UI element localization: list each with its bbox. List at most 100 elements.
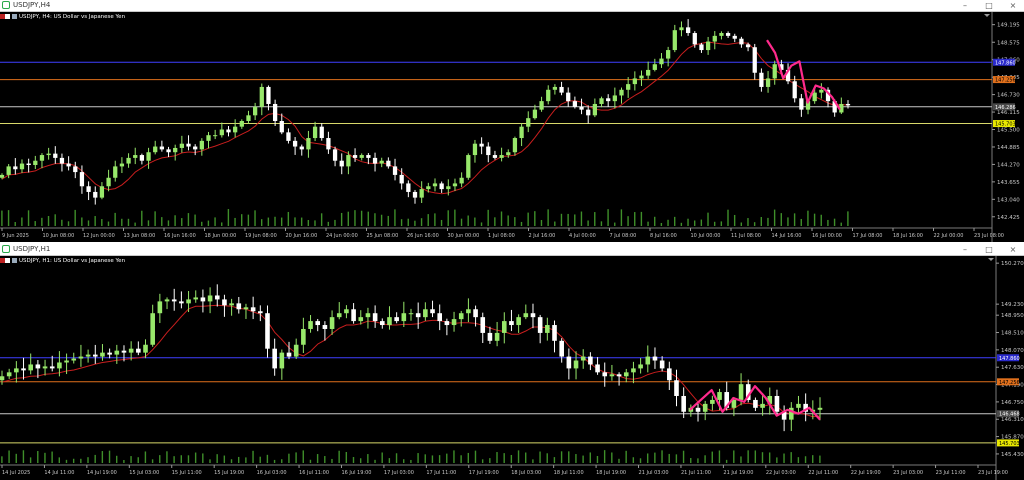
chart-window-h4[interactable]: USDJPY,H4 – □ × USDJPY, H4: US Dollar vs… bbox=[0, 0, 1024, 242]
candle-body bbox=[286, 132, 291, 141]
price-tick-label: 143.655 bbox=[997, 180, 1020, 186]
time-tick-label: 25 Jun 08:00 bbox=[367, 233, 399, 239]
volume-bar bbox=[161, 217, 163, 226]
time-tick-label: 22 Jul 19:00 bbox=[851, 470, 881, 476]
volume-bar bbox=[287, 211, 290, 226]
time-tick-label: 15 Jul 19:00 bbox=[214, 470, 244, 476]
volume-bar bbox=[727, 209, 729, 226]
moving-average-line bbox=[1, 41, 849, 195]
candle-body bbox=[113, 166, 118, 178]
level-price-label-yellow: 145.703 bbox=[995, 122, 1016, 128]
candle-body bbox=[146, 152, 151, 161]
candle-body bbox=[14, 368, 19, 373]
volume-bar bbox=[209, 459, 211, 463]
volume-bar bbox=[494, 217, 496, 226]
time-tick-label: 18 Jul 11:00 bbox=[554, 470, 584, 476]
volume-bar bbox=[431, 455, 434, 463]
price-chart-h1[interactable]: 150.270 149.230 148.950 148.510 148.070 147.6… bbox=[0, 256, 1024, 480]
candle-body bbox=[415, 313, 421, 318]
volume-bar bbox=[331, 458, 333, 463]
volume-bar bbox=[167, 220, 170, 226]
candle-body bbox=[606, 98, 611, 102]
candle-body bbox=[812, 92, 817, 102]
candle-body bbox=[380, 321, 385, 326]
volume-bar bbox=[294, 217, 296, 226]
volume-bar bbox=[427, 214, 429, 226]
candle-body bbox=[128, 348, 134, 353]
volume-bar bbox=[675, 454, 678, 463]
window-title: USDJPY,H4 bbox=[13, 1, 51, 9]
candle-body bbox=[819, 89, 824, 93]
volume-bar bbox=[620, 209, 623, 226]
candle-body bbox=[336, 313, 342, 318]
candle-body bbox=[164, 299, 170, 302]
price-tick-label: 148.510 bbox=[1001, 331, 1024, 337]
chart-area-h4[interactable]: USDJPY, H4: US Dollar vs Japanese Yen 14… bbox=[0, 12, 1024, 242]
maximize-button[interactable]: □ bbox=[982, 244, 996, 255]
time-tick-label: 30 Jun 00:00 bbox=[448, 233, 480, 239]
candle-body bbox=[153, 146, 158, 153]
candle-body bbox=[645, 356, 651, 365]
candle-body bbox=[265, 313, 270, 349]
chart-shift-arrow-icon bbox=[988, 258, 994, 261]
candle-body bbox=[451, 319, 457, 326]
minimize-button[interactable]: – bbox=[958, 0, 972, 11]
minimize-button[interactable]: – bbox=[958, 244, 972, 255]
candle-body bbox=[799, 98, 804, 110]
volume-bar bbox=[403, 459, 405, 463]
close-button[interactable]: × bbox=[1006, 0, 1020, 11]
volume-bar bbox=[260, 219, 263, 226]
price-tick-label: 149.230 bbox=[1001, 302, 1024, 308]
candle-body bbox=[236, 303, 242, 310]
candle-body bbox=[526, 118, 531, 127]
time-tick-label: 21 Jul 11:00 bbox=[681, 470, 711, 476]
volume-bar bbox=[247, 214, 250, 226]
volume-bar bbox=[773, 209, 776, 226]
candle-body bbox=[579, 106, 584, 110]
candle-body bbox=[499, 155, 504, 158]
price-chart-h4[interactable]: 149.195148.575147.960147.345146.730146.1… bbox=[0, 12, 1024, 242]
volume-bar bbox=[141, 210, 143, 226]
window-titlebar[interactable]: USDJPY,H1 – □ × bbox=[0, 244, 1024, 256]
volume-bar bbox=[760, 217, 763, 226]
volume-bar bbox=[216, 454, 218, 463]
close-button[interactable]: × bbox=[1006, 244, 1020, 255]
time-tick-label: 12 Jun 00:00 bbox=[83, 233, 115, 239]
candle-body bbox=[646, 69, 651, 76]
volume-bar bbox=[340, 212, 343, 226]
candle-body bbox=[186, 143, 191, 147]
time-tick-label: 17 Jul 08:00 bbox=[853, 233, 883, 239]
candle-body bbox=[532, 109, 538, 119]
volume-bar bbox=[667, 219, 669, 226]
time-tick-label: 17 Jul 19:00 bbox=[469, 470, 499, 476]
candle-body bbox=[272, 103, 278, 121]
chart-window-h1[interactable]: USDJPY,H1 – □ × USDJPY, H1: US Dollar vs… bbox=[0, 244, 1024, 480]
volume-bar bbox=[611, 452, 613, 463]
candle-body bbox=[392, 166, 398, 175]
volume-bar bbox=[121, 218, 123, 226]
volume-bar bbox=[525, 452, 527, 463]
volume-bar bbox=[395, 453, 398, 463]
candle-body bbox=[301, 328, 306, 345]
volume-bar bbox=[280, 217, 283, 226]
volume-bar bbox=[94, 454, 96, 463]
chart-area-h1[interactable]: USDJPY, H1: US Dollar vs Japanese Yen 15… bbox=[0, 256, 1024, 480]
window-titlebar[interactable]: USDJPY,H4 – □ × bbox=[0, 0, 1024, 12]
candle-body bbox=[459, 177, 464, 184]
candle-body bbox=[631, 368, 636, 373]
volume-bar bbox=[374, 459, 376, 463]
volume-bar bbox=[1, 456, 3, 463]
price-tick-label: 148.575 bbox=[997, 40, 1020, 46]
level-price-label-blue: 147.860 bbox=[995, 60, 1016, 66]
candle-body bbox=[765, 78, 771, 87]
volume-bar bbox=[252, 450, 254, 463]
candle-body bbox=[199, 140, 204, 150]
moving-average-line bbox=[1, 304, 821, 418]
maximize-button[interactable]: □ bbox=[982, 0, 996, 11]
volume-bar bbox=[424, 454, 426, 463]
volume-bar bbox=[14, 222, 16, 226]
volume-bar bbox=[7, 210, 10, 226]
candle-body bbox=[638, 364, 643, 369]
volume-bar bbox=[417, 453, 419, 463]
candle-body bbox=[219, 129, 224, 136]
